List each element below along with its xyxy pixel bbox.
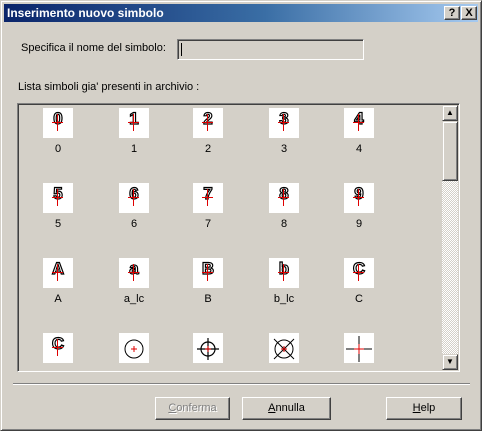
symbol-preview: B [193,258,223,288]
symbol-item[interactable]: C C [329,258,389,328]
symbol-item[interactable]: 2 2 [178,108,238,178]
symbol-name: 6 [130,218,138,230]
symbol-glyph: A [51,258,65,278]
cancel-label: nnulla [275,402,305,414]
symbol-list[interactable]: 0 0 1 1 2 2 3 3 4 4 5 5 6 6 7 7 8 8 9 9 … [17,103,460,372]
symbol-glyph: 6 [129,183,140,203]
symbol-glyph: 9 [354,183,365,203]
symbol-name-label: Specifica il nome del simbolo: [21,42,166,54]
symbol-item[interactable]: A A [28,258,88,328]
symbol-preview: 4 [344,108,374,138]
symbol-name: 0 [54,143,62,155]
symbol-name: 7 [204,218,212,230]
symbol-list-label: Lista simboli gia' presenti in archivio … [18,81,200,93]
plus-symbol [344,333,374,363]
symbol-item[interactable] [254,333,314,371]
symbol-preview: 7 [193,183,223,213]
scroll-down-button[interactable]: ▼ [442,354,458,370]
symbol-preview: 6 [119,183,149,213]
help-mnemonic: H [412,402,421,414]
symbol-name: 2 [204,143,212,155]
symbol-item[interactable]: C [28,333,88,371]
dialog-window: Inserimento nuovo simbolo ? X Specifica … [0,0,482,431]
help-title-button[interactable]: ? [444,6,460,20]
symbol-glyph: 1 [129,108,140,128]
symbol-name-input[interactable] [177,39,364,60]
symbol-glyph: 4 [354,108,365,128]
symbol-item[interactable] [178,333,238,371]
symbol-item[interactable]: a a_lc [104,258,164,328]
symbol-preview: 0 [43,108,73,138]
text-caret [181,43,182,56]
symbol-preview: 3 [269,108,299,138]
symbol-name: a_lc [123,293,145,305]
symbol-preview: C [43,333,73,363]
symbol-name: 3 [280,143,288,155]
symbol-preview: 2 [193,108,223,138]
symbol-glyph: C [352,258,366,278]
symbol-preview: A [43,258,73,288]
symbol-item[interactable]: 0 0 [28,108,88,178]
symbol-preview: C [344,258,374,288]
symbol-preview: 8 [269,183,299,213]
symbol-item[interactable] [104,333,164,371]
plus-icon [346,336,372,362]
symbol-item[interactable]: b b_lc [254,258,314,328]
symbol-glyph: C [51,333,65,353]
scroll-thumb[interactable] [442,121,458,181]
symbol-name: 4 [355,143,363,155]
symbol-name: A [54,293,62,305]
crosshair-icon [197,338,219,360]
symbol-item[interactable]: B B [178,258,238,328]
symbol-name: b_lc [273,293,295,305]
symbol-glyph: 2 [203,108,214,128]
cancel-button[interactable]: Annulla [242,397,331,420]
symbol-name: 8 [280,218,288,230]
help-button[interactable]: Help [386,397,462,420]
separator [13,383,470,385]
symbol-glyph: 0 [53,108,64,128]
symbol-name: B [204,293,212,305]
symbol-glyph: 7 [203,183,214,203]
symbol-item[interactable]: 4 4 [329,108,389,178]
symbol-item[interactable]: 8 8 [254,183,314,253]
symbol-name: C [355,293,363,305]
vertical-scrollbar[interactable]: ▲ ▼ [442,105,458,370]
confirm-label: onferma [176,402,217,414]
symbol-item[interactable]: 5 5 [28,183,88,253]
symbol-glyph: 5 [53,183,64,203]
symbol-item[interactable]: 9 9 [329,183,389,253]
symbol-preview: 1 [119,108,149,138]
symbol-glyph: 3 [279,108,290,128]
symbol-preview: b [269,258,299,288]
symbol-item[interactable]: 7 7 [178,183,238,253]
symbol-glyph: 8 [279,183,290,203]
symbol-name: 9 [355,218,363,230]
symbol-preview: 5 [43,183,73,213]
crosshair-symbol [193,333,223,363]
symbol-preview: a [119,258,149,288]
circle-x-icon [273,338,295,360]
symbol-item[interactable]: 3 3 [254,108,314,178]
title-bar[interactable]: Inserimento nuovo simbolo ? X [4,4,478,22]
scroll-up-button[interactable]: ▲ [442,105,458,121]
help-label: elp [420,402,436,414]
symbol-item[interactable]: 1 1 [104,108,164,178]
symbol-name: 1 [130,143,138,155]
dialog-title: Inserimento nuovo simbolo [7,6,164,20]
circle-cross-icon [124,339,144,359]
confirm-button[interactable]: Conferma [155,397,230,420]
symbol-item[interactable]: 6 6 [104,183,164,253]
symbol-glyph: b [269,258,299,279]
symbol-glyph: B [201,258,215,278]
circle-x-symbol [269,333,299,363]
symbol-name: 5 [54,218,62,230]
symbol-glyph: a [129,258,140,278]
symbol-item[interactable] [329,333,389,371]
circle-cross-symbol [119,333,149,363]
symbol-preview: 9 [344,183,374,213]
close-button[interactable]: X [461,6,477,20]
